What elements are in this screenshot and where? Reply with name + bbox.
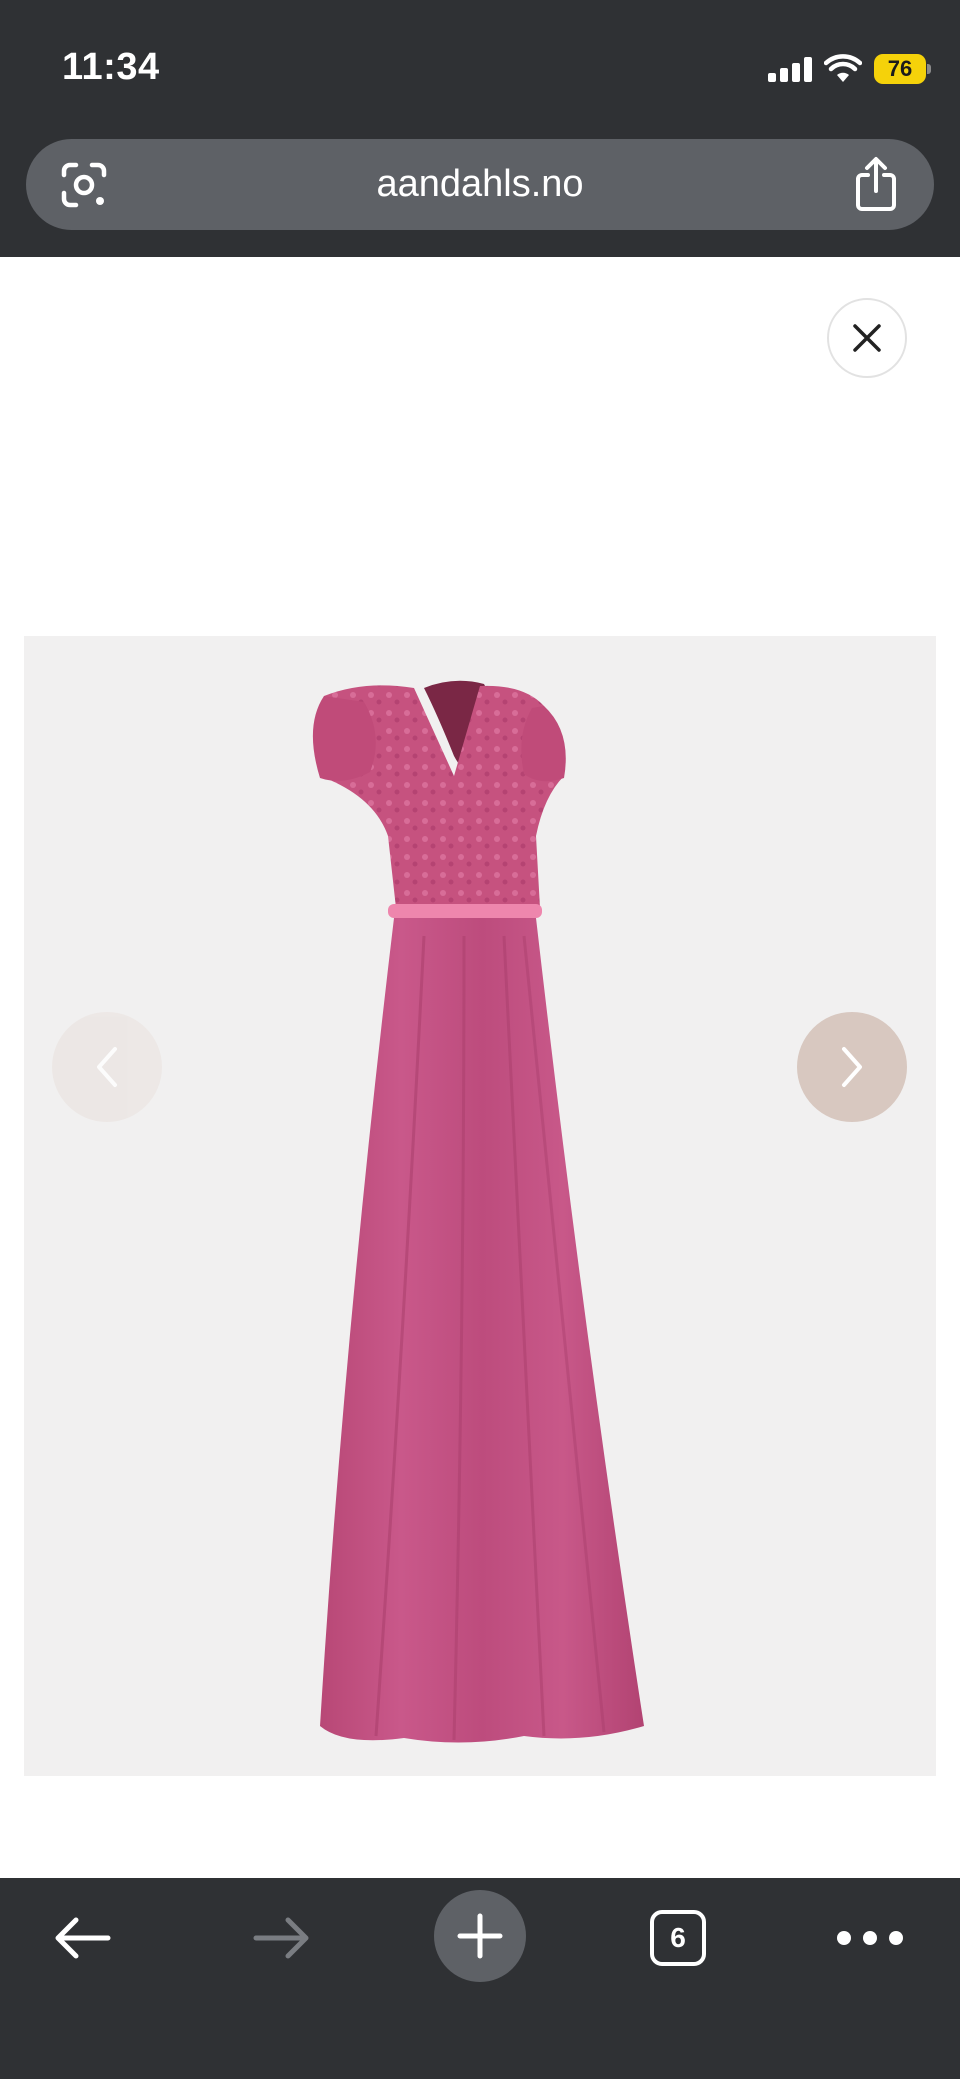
browser-bottom-toolbar: 6 <box>0 1878 960 2079</box>
tab-count: 6 <box>650 1910 706 1966</box>
browser-top-chrome: 11:34 76 aandahls.no <box>0 0 960 257</box>
close-gallery-button[interactable] <box>827 298 907 378</box>
arrow-right-icon <box>253 1917 309 1959</box>
status-time: 11:34 <box>62 46 160 88</box>
chevron-left-icon <box>97 1047 117 1087</box>
status-icons: 76 <box>768 52 931 86</box>
next-image-button[interactable] <box>797 1012 907 1122</box>
battery-icon: 76 <box>874 54 931 84</box>
product-image <box>312 680 644 1743</box>
arrow-left-icon <box>55 1917 111 1959</box>
close-icon <box>853 324 881 352</box>
plus-icon <box>457 1913 503 1959</box>
wifi-icon <box>824 54 862 82</box>
forward-button[interactable] <box>240 1878 324 1998</box>
product-image-viewer[interactable] <box>24 636 936 1776</box>
chevron-right-icon <box>842 1047 862 1087</box>
more-horizontal-icon <box>837 1931 851 1945</box>
cellular-signal-icon <box>768 56 812 82</box>
more-menu-button[interactable] <box>820 1878 920 1998</box>
tabs-button[interactable]: 6 <box>640 1878 716 1998</box>
share-icon[interactable] <box>848 155 904 213</box>
url-text[interactable]: aandahls.no <box>26 139 934 230</box>
address-bar[interactable]: aandahls.no <box>26 139 934 230</box>
battery-level: 76 <box>887 56 913 81</box>
new-tab-button[interactable] <box>434 1890 526 1982</box>
previous-image-button[interactable] <box>52 1012 162 1122</box>
back-button[interactable] <box>40 1878 124 1998</box>
